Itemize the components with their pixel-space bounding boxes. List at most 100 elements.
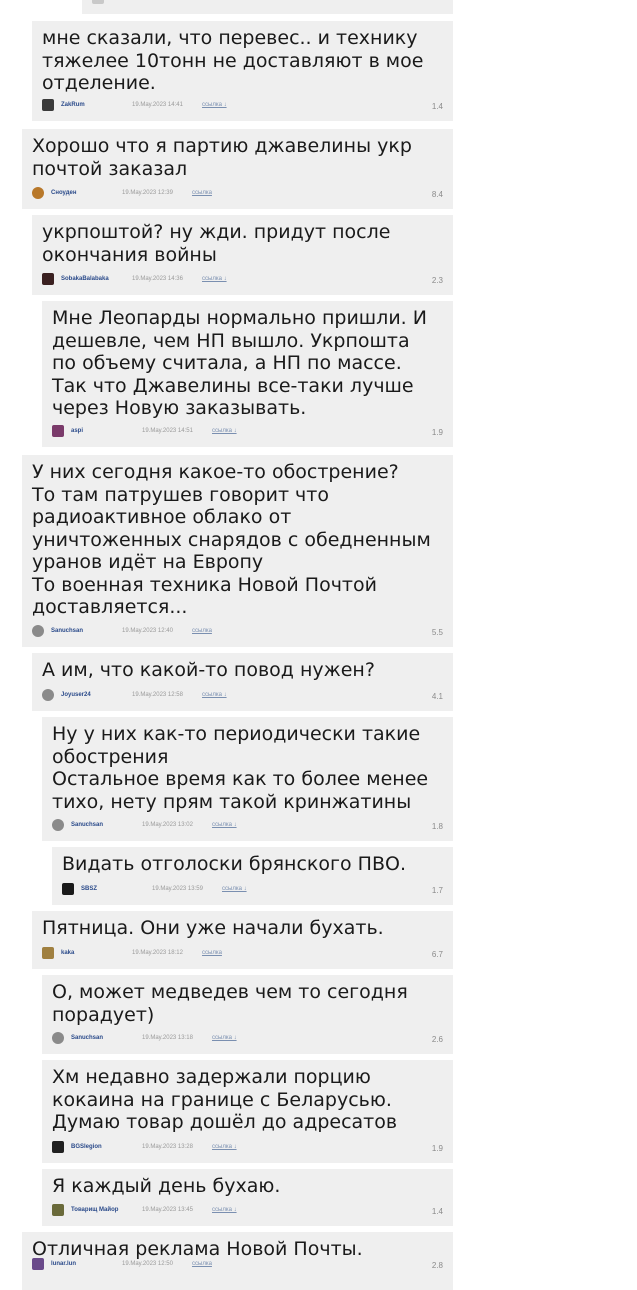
comment-text: Хм недавно задержали порцию кокаина на г… bbox=[52, 1066, 398, 1133]
comment: Ну у них как-то периодически такие обост… bbox=[42, 717, 453, 841]
comment: мне сказали, что перевес.. и технику тяж… bbox=[32, 21, 453, 121]
comment-meta: SobakaBalabaka 19.May.2023 14:36 ссылка … bbox=[42, 273, 443, 287]
comment: А им, что какой-то повод нужен? Joyuser2… bbox=[32, 653, 453, 711]
comment-link[interactable]: ссылка bbox=[192, 1261, 212, 1267]
comment-author[interactable]: SobakaBalabaka bbox=[61, 276, 109, 282]
comment-author[interactable]: BGSlegion bbox=[71, 1144, 102, 1150]
comment-rating: 6.7 bbox=[431, 950, 443, 959]
comment-date: 19.May.2023 14:51 bbox=[142, 428, 193, 434]
right-blank-area bbox=[453, 0, 637, 1280]
comment-link[interactable]: ссылка ↓ bbox=[202, 102, 227, 108]
comment-text: О, может медведев чем то сегодня порадуе… bbox=[52, 981, 408, 1026]
comment-author[interactable]: SBSZ bbox=[81, 886, 97, 892]
comment-meta: lunar.lun 19.May.2023 12:50 ссылка 2.8 bbox=[32, 1258, 443, 1272]
comment-date: 19.May.2023 12:58 bbox=[132, 692, 183, 698]
avatar[interactable] bbox=[42, 947, 54, 959]
comment-author[interactable]: aspi bbox=[71, 428, 83, 434]
comment: Хорошо что я партию джавелины укр почтой… bbox=[22, 129, 453, 209]
comment-link[interactable]: ссылка ↓ bbox=[212, 1207, 237, 1213]
comment-date: 19.May.2023 13:18 bbox=[142, 1035, 193, 1041]
avatar[interactable] bbox=[62, 883, 74, 895]
comment-text: У них сегодня какое-то обострение? То та… bbox=[32, 461, 431, 618]
comment-text: Мне Леопарды нормально пришли. И дешевле… bbox=[52, 307, 427, 419]
avatar[interactable] bbox=[32, 187, 44, 199]
comment-meta: aspi 19.May.2023 14:51 ссылка ↓ 1.9 bbox=[52, 425, 443, 439]
comment-date: 19.May.2023 14:36 bbox=[132, 276, 183, 282]
comment-text: Пятница. Они уже начали бухать. bbox=[42, 917, 384, 939]
comment-meta: ZakRum 19.May.2023 14:41 ссылка ↓ 1.4 bbox=[42, 99, 443, 113]
comment-link[interactable]: ссылка ↓ bbox=[212, 1144, 237, 1150]
comment-meta: Sanuchsan 19.May.2023 13:02 ссылка ↓ 1.8 bbox=[52, 819, 443, 833]
comment-link[interactable]: ссылка ↓ bbox=[222, 886, 247, 892]
comment-text: А им, что какой-то повод нужен? bbox=[42, 659, 375, 681]
avatar[interactable] bbox=[52, 425, 64, 437]
comment-date: 19.May.2023 18:12 bbox=[132, 950, 183, 956]
comment-link[interactable]: ссылка ↓ bbox=[212, 1035, 237, 1041]
comment-author[interactable]: lunar.lun bbox=[51, 1261, 76, 1267]
comment-author[interactable]: Joyuser24 bbox=[61, 692, 91, 698]
avatar[interactable] bbox=[32, 625, 44, 637]
comment-text: Ну у них как-то периодически такие обост… bbox=[52, 723, 429, 813]
avatar[interactable] bbox=[32, 1258, 44, 1270]
avatar[interactable] bbox=[42, 273, 54, 285]
comment: Пятница. Они уже начали бухать. kaka 19.… bbox=[32, 911, 453, 969]
comment-rating: 1.7 bbox=[431, 886, 443, 895]
comment-meta: Сноуден 19.May.2023 12:39 ссылка 8.4 bbox=[32, 187, 443, 201]
comment-date: 19.May.2023 14:41 bbox=[132, 102, 183, 108]
comment-date: 19.May.2023 13:45 bbox=[142, 1207, 193, 1213]
comment-link[interactable]: ссылка bbox=[192, 628, 212, 634]
avatar[interactable] bbox=[42, 689, 54, 701]
comment-text: мне сказали, что перевес.. и технику тяж… bbox=[42, 27, 424, 94]
comment-rating: 1.8 bbox=[431, 822, 443, 831]
comment-meta: Joyuser24 19.May.2023 12:58 ссылка ↓ 4.1 bbox=[42, 689, 443, 703]
comment-author[interactable]: Sanuchsan bbox=[71, 822, 103, 828]
comment-author[interactable]: Sanuchsan bbox=[51, 628, 83, 634]
comment-rating: 2.6 bbox=[431, 1035, 443, 1044]
comment-meta: SBSZ 19.May.2023 13:59 ссылка ↓ 1.7 bbox=[62, 883, 443, 897]
avatar[interactable] bbox=[42, 99, 54, 111]
comment-text: Я каждый день бухаю. bbox=[52, 1175, 281, 1197]
comment-text: Видать отголоски брянского ПВО. bbox=[62, 853, 406, 875]
comment: Мне Леопарды нормально пришли. И дешевле… bbox=[42, 301, 453, 447]
comment-author[interactable]: ZakRum bbox=[61, 102, 85, 108]
comment-date: 19.May.2023 13:28 bbox=[142, 1144, 193, 1150]
comment: укрпоштой? ну жди. придут после окончани… bbox=[32, 215, 453, 295]
comment-author[interactable]: Sanuchsan bbox=[71, 1035, 103, 1041]
comment: Я каждый день бухаю. Товарищ Майор 19.Ma… bbox=[42, 1169, 453, 1226]
comment bbox=[82, 0, 453, 14]
comment-rating: 1.9 bbox=[431, 428, 443, 437]
comment-rating: 5.5 bbox=[431, 628, 443, 637]
comment-link[interactable]: ссылка bbox=[192, 190, 212, 196]
comment-author[interactable]: kaka bbox=[61, 950, 74, 956]
comment-link[interactable]: ссылка ↓ bbox=[212, 822, 237, 828]
comment-link[interactable]: ссылка bbox=[202, 950, 222, 956]
avatar[interactable] bbox=[52, 1204, 64, 1216]
comment: Отличная реклама Новой Почты. lunar.lun … bbox=[22, 1232, 453, 1290]
avatar[interactable] bbox=[52, 819, 64, 831]
comment-author[interactable]: Сноуден bbox=[51, 190, 77, 196]
comment-meta bbox=[92, 0, 443, 6]
comment-date: 19.May.2023 12:39 bbox=[122, 190, 173, 196]
avatar[interactable] bbox=[52, 1141, 64, 1153]
comment-link[interactable]: ссылка ↓ bbox=[212, 428, 237, 434]
comment-meta: Sanuchsan 19.May.2023 13:18 ссылка ↓ 2.6 bbox=[52, 1032, 443, 1046]
comment-date: 19.May.2023 13:02 bbox=[142, 822, 193, 828]
comment: Хм недавно задержали порцию кокаина на г… bbox=[42, 1060, 453, 1163]
comment-meta: BGSlegion 19.May.2023 13:28 ссылка ↓ 1.9 bbox=[52, 1141, 443, 1155]
comment-author[interactable]: Товарищ Майор bbox=[71, 1207, 118, 1213]
comment-rating: 2.3 bbox=[431, 276, 443, 285]
avatar[interactable] bbox=[52, 1032, 64, 1044]
comment-text: Хорошо что я партию джавелины укр почтой… bbox=[32, 135, 412, 180]
comment: Видать отголоски брянского ПВО. SBSZ 19.… bbox=[52, 847, 453, 905]
comment: У них сегодня какое-то обострение? То та… bbox=[22, 455, 453, 647]
comment-meta: kaka 19.May.2023 18:12 ссылка 6.7 bbox=[42, 947, 443, 961]
comment: О, может медведев чем то сегодня порадуе… bbox=[42, 975, 453, 1054]
comment-rating: 1.4 bbox=[431, 102, 443, 111]
avatar[interactable] bbox=[92, 0, 104, 4]
comment-rating: 2.8 bbox=[431, 1261, 443, 1270]
comment-meta: Sanuchsan 19.May.2023 12:40 ссылка 5.5 bbox=[32, 625, 443, 639]
comment-link[interactable]: ссылка ↓ bbox=[202, 692, 227, 698]
comment-date: 19.May.2023 12:40 bbox=[122, 628, 173, 634]
comment-link[interactable]: ссылка ↓ bbox=[202, 276, 227, 282]
comment-meta: Товарищ Майор 19.May.2023 13:45 ссылка ↓… bbox=[52, 1204, 443, 1218]
